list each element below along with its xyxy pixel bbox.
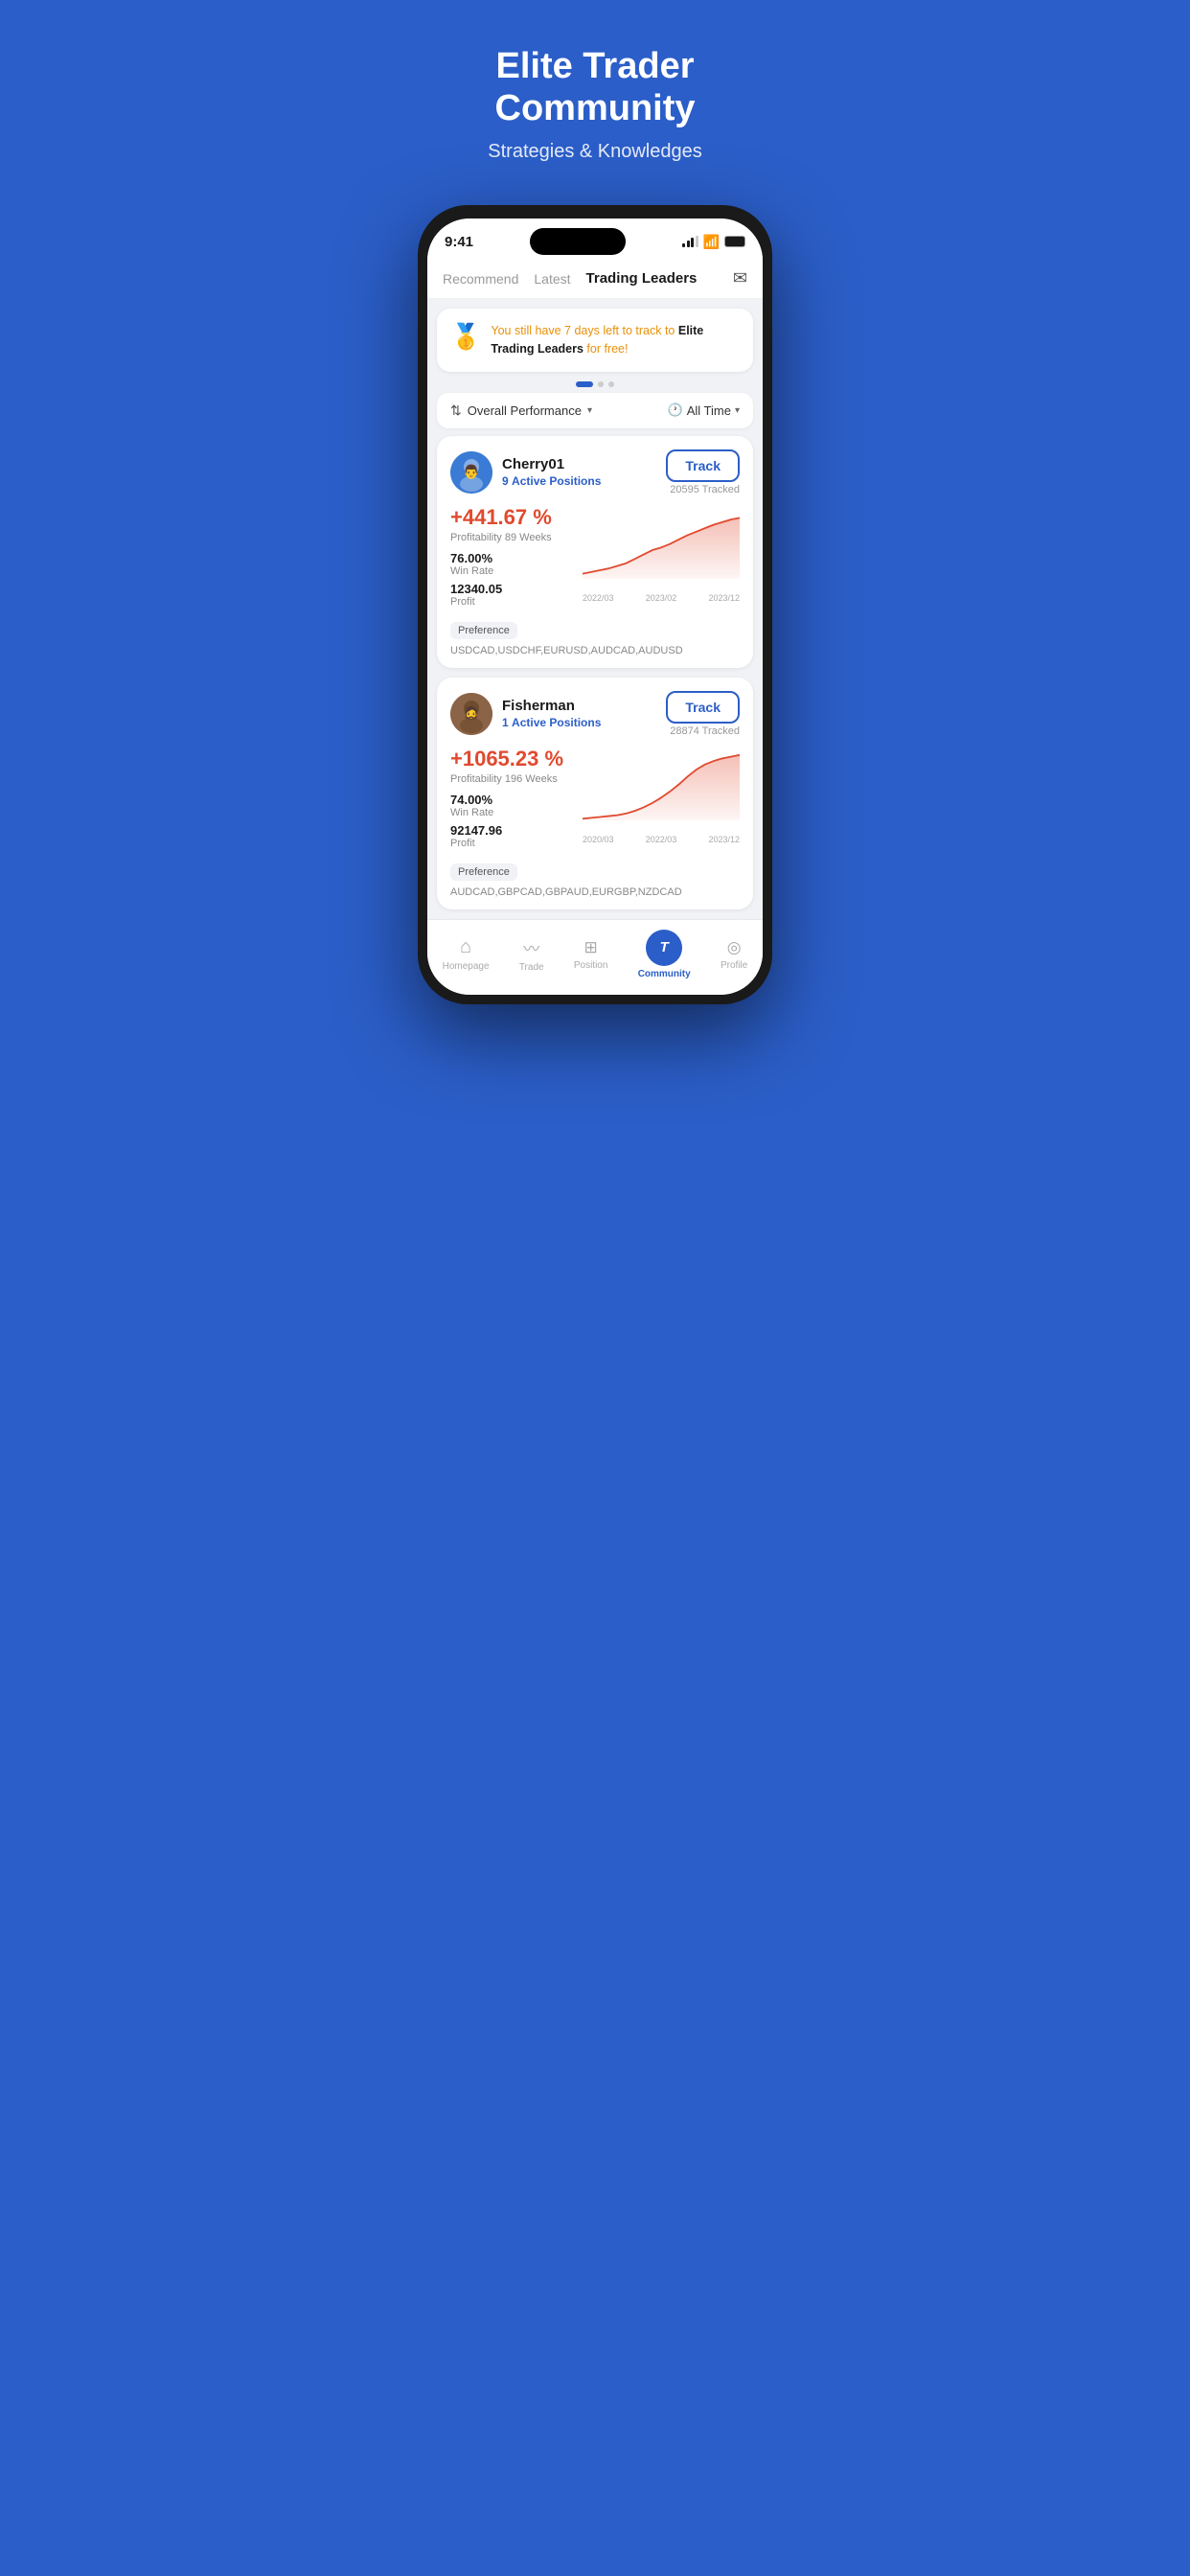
- nav-community-label: Community: [638, 969, 691, 979]
- preference-pairs-cherry01: USDCAD,USDCHF,EURUSD,AUDCAD,AUDUSD: [450, 645, 683, 656]
- preference-badge-cherry01: Preference: [450, 622, 517, 639]
- win-rate-cherry01: 76.00% Win Rate: [450, 551, 575, 577]
- svg-text:👨: 👨: [463, 464, 479, 480]
- preference-row-cherry01: Preference USDCAD,USDCHF,EURUSD,AUDCAD,A…: [450, 622, 740, 656]
- profit-cherry01: 12340.05 Profit: [450, 582, 575, 608]
- profitability-label-fisherman: Profitability 196 Weeks: [450, 773, 575, 785]
- trader-stats-cherry01: +441.67 % Profitability 89 Weeks 76.00% …: [450, 505, 575, 612]
- mail-icon[interactable]: ✉: [733, 268, 747, 288]
- track-col-fisherman: Track 28874 Tracked: [666, 691, 740, 737]
- performance-filter[interactable]: ⇅ Overall Performance ▾: [450, 402, 592, 419]
- tracked-count-fisherman: 28874 Tracked: [670, 725, 740, 737]
- tab-trading-leaders[interactable]: Trading Leaders: [586, 270, 698, 287]
- banner-icon: 🥇: [450, 322, 481, 352]
- phone-shell: 9:41 📶 Recommend Latest Trading Leaders …: [418, 205, 772, 1004]
- tab-latest[interactable]: Latest: [534, 271, 570, 287]
- bottom-nav: ⌂ Homepage 〰 Trade ⊞ Position T Communit…: [427, 919, 763, 995]
- profit-pct-cherry01: +441.67 %: [450, 505, 575, 530]
- home-icon: ⌂: [460, 936, 471, 958]
- trader-body-fisherman: +1065.23 % Profitability 196 Weeks 74.00…: [450, 747, 740, 854]
- dot-inactive: [598, 381, 604, 387]
- avatar-fisherman: 🧔: [450, 693, 492, 735]
- nav-tabs: Recommend Latest Trading Leaders ✉: [427, 255, 763, 299]
- profit-fisherman: 92147.96 Profit: [450, 823, 575, 849]
- track-col-cherry01: Track 20595 Tracked: [666, 449, 740, 495]
- tracked-count-cherry01: 20595 Tracked: [670, 484, 740, 495]
- trader-card-fisherman: 🧔 Fisherman 1 Active Positions Track 288…: [437, 678, 753, 909]
- trader-header-fisherman: 🧔 Fisherman 1 Active Positions Track 288…: [450, 691, 740, 737]
- nav-community[interactable]: T Community: [638, 930, 691, 979]
- hero-title: Elite TraderCommunity: [420, 46, 770, 129]
- trader-name-cherry01: Cherry01: [502, 456, 666, 472]
- dot-inactive-2: [608, 381, 614, 387]
- phone-screen: 9:41 📶 Recommend Latest Trading Leaders …: [427, 218, 763, 995]
- trader-stats-fisherman: +1065.23 % Profitability 196 Weeks 74.00…: [450, 747, 575, 854]
- nav-position-label: Position: [574, 960, 608, 971]
- win-rate-fisherman: 74.00% Win Rate: [450, 793, 575, 818]
- chevron-down-icon-2: ▾: [735, 405, 740, 416]
- filter-bar: ⇅ Overall Performance ▾ 🕐 All Time ▾: [437, 393, 753, 428]
- trader-positions-cherry01: 9 Active Positions: [502, 474, 666, 488]
- chart-fisherman: 2020/03 2022/03 2023/12: [583, 747, 740, 842]
- community-active-btn: T: [646, 930, 682, 966]
- performance-label: Overall Performance: [468, 403, 582, 418]
- preference-row-fisherman: Preference AUDCAD,GBPCAD,GBPAUD,EURGBP,N…: [450, 863, 740, 898]
- banner-card: 🥇 You still have 7 days left to track to…: [437, 309, 753, 372]
- trade-icon: 〰: [523, 935, 539, 959]
- profitability-label-cherry01: Profitability 89 Weeks: [450, 532, 575, 543]
- banner-text: You still have 7 days left to track to E…: [491, 322, 740, 358]
- track-button-cherry01[interactable]: Track: [666, 449, 740, 482]
- nav-profile-label: Profile: [721, 960, 747, 971]
- trader-body-cherry01: +441.67 % Profitability 89 Weeks 76.00% …: [450, 505, 740, 612]
- time-filter[interactable]: 🕐 All Time ▾: [668, 402, 740, 418]
- preference-badge-fisherman: Preference: [450, 863, 517, 881]
- nav-trade[interactable]: 〰 Trade: [519, 935, 544, 973]
- chart-cherry01: 2022/03 2023/02 2023/12: [583, 505, 740, 601]
- status-icons: 📶: [682, 234, 745, 250]
- time-label: All Time: [687, 403, 731, 418]
- hero-subtitle: Strategies & Knowledges: [420, 141, 770, 163]
- trader-name-fisherman: Fisherman: [502, 698, 666, 714]
- trader-info-fisherman: Fisherman 1 Active Positions: [502, 698, 666, 729]
- nav-homepage[interactable]: ⌂ Homepage: [443, 936, 490, 972]
- avatar-cherry01: 👨: [450, 451, 492, 494]
- hero-section: Elite TraderCommunity Strategies & Knowl…: [397, 0, 793, 182]
- status-time: 9:41: [445, 234, 473, 250]
- track-button-fisherman[interactable]: Track: [666, 691, 740, 724]
- trader-card-cherry01: 👨 Cherry01 9 Active Positions Track 2059…: [437, 436, 753, 668]
- trader-info-cherry01: Cherry01 9 Active Positions: [502, 456, 666, 488]
- chart-labels-cherry01: 2022/03 2023/02 2023/12: [583, 593, 740, 603]
- nav-homepage-label: Homepage: [443, 961, 490, 972]
- banner-dots: [427, 378, 763, 393]
- chart-labels-fisherman: 2020/03 2022/03 2023/12: [583, 835, 740, 844]
- tab-recommend[interactable]: Recommend: [443, 271, 518, 287]
- preference-pairs-fisherman: AUDCAD,GBPCAD,GBPAUD,EURGBP,NZDCAD: [450, 886, 682, 898]
- position-icon: ⊞: [584, 938, 598, 957]
- trader-header-cherry01: 👨 Cherry01 9 Active Positions Track 2059…: [450, 449, 740, 495]
- svg-text:🧔: 🧔: [463, 704, 479, 722]
- nav-position[interactable]: ⊞ Position: [574, 938, 608, 971]
- trader-positions-fisherman: 1 Active Positions: [502, 716, 666, 729]
- profit-pct-fisherman: +1065.23 %: [450, 747, 575, 771]
- dot-active: [576, 381, 593, 387]
- chevron-down-icon: ▾: [587, 405, 592, 416]
- nav-profile[interactable]: ◎ Profile: [721, 938, 747, 971]
- profile-icon: ◎: [727, 938, 742, 957]
- nav-trade-label: Trade: [519, 962, 544, 973]
